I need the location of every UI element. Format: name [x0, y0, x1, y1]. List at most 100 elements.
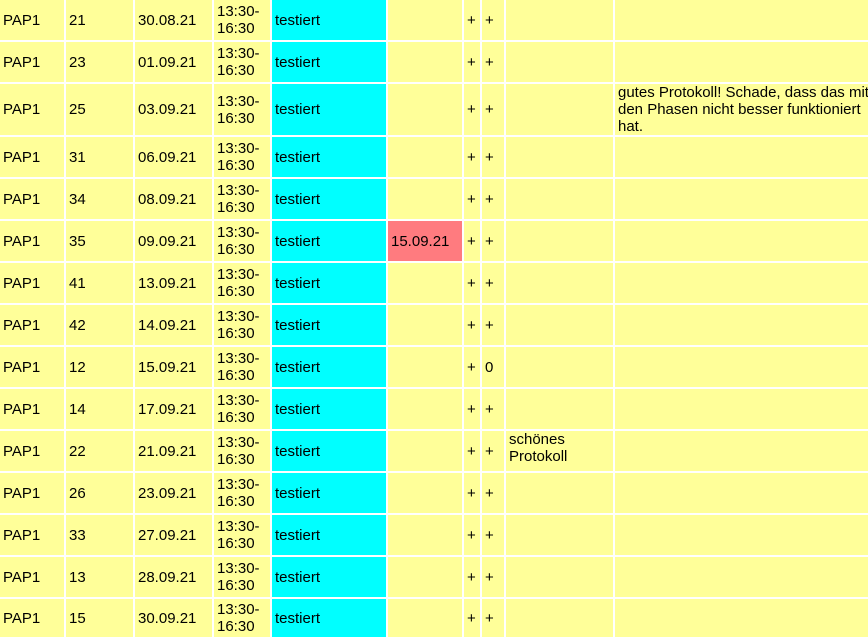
course-cell: PAP1 [0, 389, 64, 429]
table-row: PAP1 41 13.09.21 13:30- 16:30 testiert + + [0, 263, 868, 303]
mark-1-cell: + [464, 137, 480, 177]
mark-1-cell: + [464, 221, 480, 261]
table-row: PAP1 12 15.09.21 13:30- 16:30 testiert +0 [0, 347, 868, 387]
mark-2-cell: + [482, 137, 504, 177]
date-cell: 27.09.21 [135, 515, 212, 555]
course-cell: PAP1 [0, 42, 64, 82]
course-cell: PAP1 [0, 515, 64, 555]
course-cell: PAP1 [0, 137, 64, 177]
experiment-number-cell: 33 [66, 515, 133, 555]
mark-2-cell: + [482, 515, 504, 555]
date-cell: 21.09.21 [135, 431, 212, 471]
status-cell: testiert [272, 137, 386, 177]
experiment-number-cell: 26 [66, 473, 133, 513]
mark-1-cell: + [464, 515, 480, 555]
extra-date-cell [388, 84, 462, 135]
experiment-number-cell: 34 [66, 179, 133, 219]
table-row: PAP1 22 21.09.21 13:30- 16:30 testiert + + schö… [0, 431, 868, 471]
comment-1-cell [506, 263, 613, 303]
comment-1-cell [506, 42, 613, 82]
table-row: PAP1 13 28.09.21 13:30- 16:30 testiert + + [0, 557, 868, 597]
extra-date-cell [388, 0, 462, 40]
course-cell: PAP1 [0, 599, 64, 637]
experiment-number-cell: 14 [66, 389, 133, 429]
comment-2-cell [615, 557, 868, 597]
table-body: PAP1 21 30.08.21 13:30- 16:30 testiert + + PAP1… [0, 0, 868, 637]
date-cell: 15.09.21 [135, 347, 212, 387]
course-cell: PAP1 [0, 305, 64, 345]
time-cell: 13:30- 16:30 [214, 515, 270, 555]
mark-2-cell: + [482, 42, 504, 82]
extra-date-cell [388, 42, 462, 82]
mark-2-cell: + [482, 84, 504, 135]
time-cell: 13:30- 16:30 [214, 137, 270, 177]
extra-date-cell [388, 179, 462, 219]
comment-2-cell [615, 347, 868, 387]
time-cell: 13:30- 16:30 [214, 84, 270, 135]
experiment-number-cell: 12 [66, 347, 133, 387]
table-row: PAP1 31 06.09.21 13:30- 16:30 testiert + + [0, 137, 868, 177]
time-cell: 13:30- 16:30 [214, 305, 270, 345]
comment-2-cell [615, 305, 868, 345]
date-cell: 30.09.21 [135, 599, 212, 637]
time-cell: 13:30- 16:30 [214, 0, 270, 40]
mark-1-cell: + [464, 0, 480, 40]
comment-1-cell [506, 0, 613, 40]
status-cell: testiert [272, 473, 386, 513]
comment-2-cell [615, 42, 868, 82]
extra-date-cell [388, 137, 462, 177]
time-cell: 13:30- 16:30 [214, 263, 270, 303]
mark-1-cell: + [464, 347, 480, 387]
status-cell: testiert [272, 305, 386, 345]
table-row: PAP1 26 23.09.21 13:30- 16:30 testiert + + [0, 473, 868, 513]
table-row: PAP1 42 14.09.21 13:30- 16:30 testiert + + [0, 305, 868, 345]
status-cell: testiert [272, 0, 386, 40]
date-cell: 03.09.21 [135, 84, 212, 135]
table-row: PAP1 14 17.09.21 13:30- 16:30 testiert + + [0, 389, 868, 429]
course-cell: PAP1 [0, 431, 64, 471]
table-row: PAP1 15 30.09.21 13:30- 16:30 testiert + + [0, 599, 868, 637]
date-cell: 23.09.21 [135, 473, 212, 513]
comment-2-cell [615, 0, 868, 40]
extra-date-cell [388, 473, 462, 513]
comment-2-cell [615, 431, 868, 471]
table-row: PAP1 23 01.09.21 13:30- 16:30 testiert + + [0, 42, 868, 82]
status-cell: testiert [272, 599, 386, 637]
course-cell: PAP1 [0, 263, 64, 303]
comment-1-cell [506, 305, 613, 345]
mark-2-cell: + [482, 221, 504, 261]
status-cell: testiert [272, 84, 386, 135]
time-cell: 13:30- 16:30 [214, 179, 270, 219]
mark-2-cell: + [482, 389, 504, 429]
comment-2-cell [615, 599, 868, 637]
time-cell: 13:30- 16:30 [214, 431, 270, 471]
status-cell: testiert [272, 263, 386, 303]
mark-1-cell: + [464, 389, 480, 429]
table-row: PAP1 34 08.09.21 13:30- 16:30 testiert + + [0, 179, 868, 219]
comment-2-cell [615, 263, 868, 303]
comment-2-cell: gutes Protokoll! Schade, dass das mit de… [615, 84, 868, 135]
extra-date-cell [388, 263, 462, 303]
mark-1-cell: + [464, 263, 480, 303]
mark-1-cell: + [464, 557, 480, 597]
status-cell: testiert [272, 431, 386, 471]
date-cell: 01.09.21 [135, 42, 212, 82]
mark-2-cell: 0 [482, 347, 504, 387]
date-cell: 06.09.21 [135, 137, 212, 177]
date-cell: 17.09.21 [135, 389, 212, 429]
status-cell: testiert [272, 179, 386, 219]
mark-1-cell: + [464, 179, 480, 219]
date-cell: 13.09.21 [135, 263, 212, 303]
comment-1-cell: schönes Protokoll [506, 431, 613, 471]
experiment-number-cell: 13 [66, 557, 133, 597]
mark-2-cell: + [482, 557, 504, 597]
comment-1-cell [506, 515, 613, 555]
extra-date-cell [388, 305, 462, 345]
experiment-number-cell: 25 [66, 84, 133, 135]
comment-2-cell [615, 389, 868, 429]
mark-1-cell: + [464, 599, 480, 637]
experiment-number-cell: 42 [66, 305, 133, 345]
mark-1-cell: + [464, 431, 480, 471]
experiment-number-cell: 22 [66, 431, 133, 471]
comment-1-cell [506, 389, 613, 429]
